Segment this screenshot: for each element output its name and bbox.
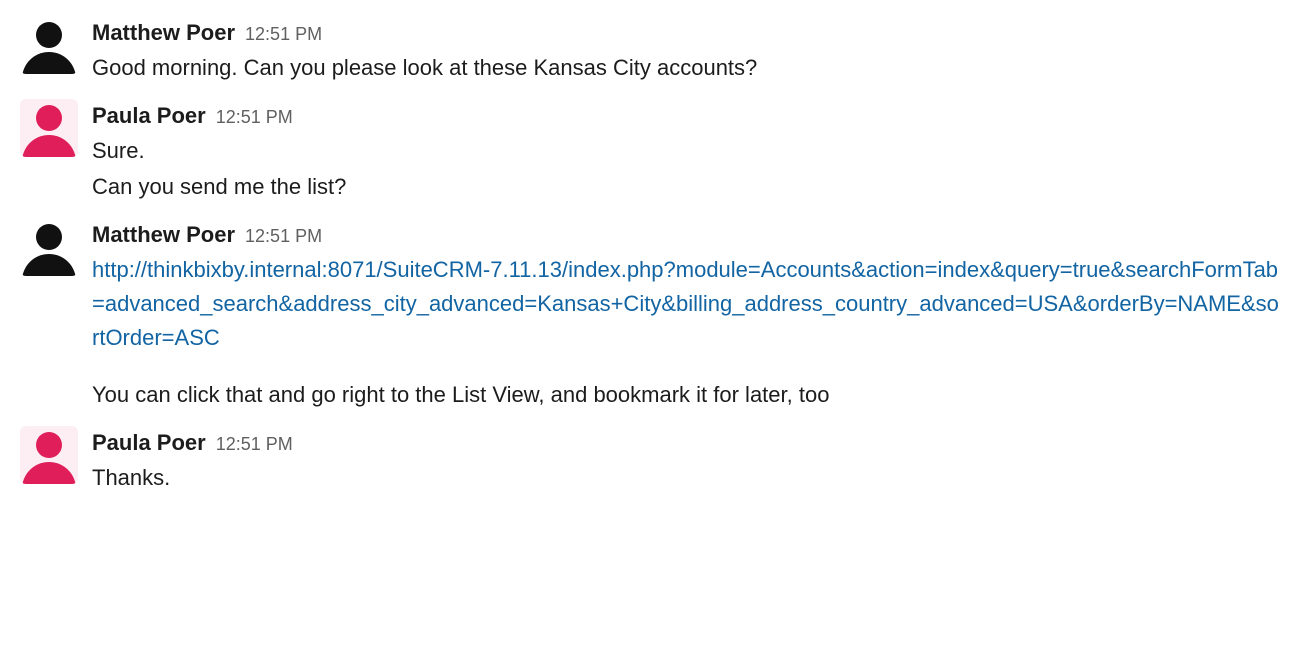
avatar-icon — [36, 22, 62, 48]
message: Paula Poer 12:51 PM Sure.Can you send me t… — [20, 93, 1286, 212]
message-author[interactable]: Paula Poer — [92, 99, 206, 132]
message: Matthew Poer 12:51 PM http://thinkbixby.in… — [20, 212, 1286, 419]
message-header: Paula Poer 12:51 PM — [92, 99, 1286, 132]
avatar-icon — [22, 135, 76, 157]
message-content: Matthew Poer 12:51 PM Good morning. Can yo… — [92, 16, 1286, 87]
message-content: Paula Poer 12:51 PM Thanks. — [92, 426, 1286, 497]
message-text: Can you send me the list? — [92, 170, 1286, 204]
message-timestamp[interactable]: 12:51 PM — [245, 21, 322, 48]
avatar-icon — [22, 254, 76, 276]
message-content: Paula Poer 12:51 PM Sure.Can you send me t… — [92, 99, 1286, 206]
avatar-icon — [36, 224, 62, 250]
message: Matthew Poer 12:51 PM Good morning. Can yo… — [20, 10, 1286, 93]
message-text: You can click that and go right to the L… — [92, 378, 1286, 412]
avatar-icon — [36, 432, 62, 458]
avatar[interactable] — [20, 99, 78, 157]
avatar[interactable] — [20, 218, 78, 276]
avatar-icon — [22, 52, 76, 74]
message-author[interactable]: Matthew Poer — [92, 16, 235, 49]
message-spacer — [92, 358, 1286, 378]
message-text: Thanks. — [92, 461, 1286, 495]
message-text: Sure. — [92, 134, 1286, 168]
avatar[interactable] — [20, 426, 78, 484]
message-text: Good morning. Can you please look at the… — [92, 51, 1286, 85]
message-header: Matthew Poer 12:51 PM — [92, 16, 1286, 49]
avatar-icon — [36, 105, 62, 131]
message-timestamp[interactable]: 12:51 PM — [245, 223, 322, 250]
message-timestamp[interactable]: 12:51 PM — [216, 104, 293, 131]
avatar-icon — [22, 462, 76, 484]
message-author[interactable]: Matthew Poer — [92, 218, 235, 251]
message-link[interactable]: http://thinkbixby.internal:8071/SuiteCRM… — [92, 253, 1286, 355]
message-author[interactable]: Paula Poer — [92, 426, 206, 459]
message-timestamp[interactable]: 12:51 PM — [216, 431, 293, 458]
message-header: Matthew Poer 12:51 PM — [92, 218, 1286, 251]
avatar[interactable] — [20, 16, 78, 74]
message: Paula Poer 12:51 PM Thanks. — [20, 420, 1286, 503]
message-header: Paula Poer 12:51 PM — [92, 426, 1286, 459]
message-link-anchor[interactable]: http://thinkbixby.internal:8071/SuiteCRM… — [92, 257, 1279, 350]
message-content: Matthew Poer 12:51 PM http://thinkbixby.in… — [92, 218, 1286, 413]
